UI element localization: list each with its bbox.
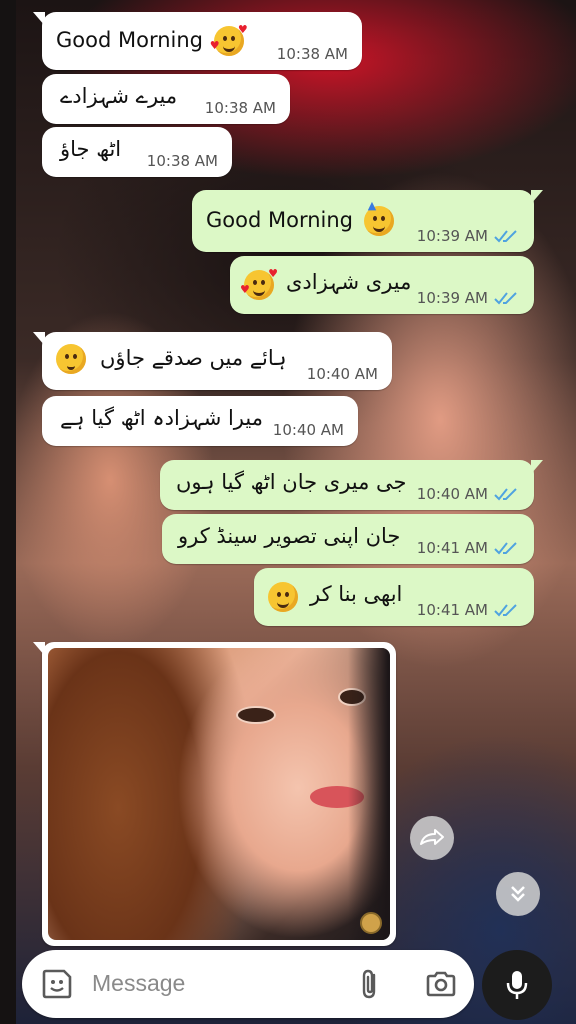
message-bubble-incoming[interactable]: Good Morning ♥ ♥ 10:38 AM: [33, 12, 362, 70]
message-bubble-incoming[interactable]: میرا شہزادہ اٹھ گیا ہے 10:40 AM: [42, 396, 358, 446]
double-check-icon: [494, 604, 517, 617]
wallpaper-edge: [0, 0, 16, 1024]
message-bubble-outgoing[interactable]: ابھی بنا کر 10:41 AM: [254, 568, 534, 626]
camera-icon[interactable]: [424, 967, 458, 1001]
message-input[interactable]: Message: [92, 970, 185, 997]
double-chevron-down-icon: [511, 886, 525, 902]
message-text: جی میری جان اٹھ گیا ہوں: [176, 470, 407, 494]
microphone-icon: [506, 971, 528, 999]
message-text: اٹھ جاؤ: [60, 137, 122, 161]
image-message-incoming[interactable]: [33, 642, 396, 946]
shared-photo[interactable]: [48, 648, 390, 940]
message-bubble-incoming[interactable]: اٹھ جاؤ 10:38 AM: [42, 127, 232, 177]
message-bubble-outgoing[interactable]: ♥ ♥ میری شہزادی 10:39 AM: [230, 256, 534, 314]
paperclip-icon[interactable]: [354, 967, 388, 1001]
message-text: ابھی بنا کر: [310, 582, 403, 606]
message-time: 10:38 AM: [276, 45, 348, 63]
sticker-icon[interactable]: [40, 967, 74, 1001]
message-time: 10:38 AM: [204, 99, 276, 117]
photo-detail: [348, 648, 390, 940]
partying-face-emoji-icon: ▲: [363, 200, 394, 236]
message-text: جان اپنی تصویر سینڈ کرو: [178, 524, 401, 548]
smiling-face-with-hearts-emoji-icon: ♥ ♥: [240, 268, 278, 300]
message-time: 10:39 AM: [416, 227, 488, 245]
forward-icon: [420, 829, 444, 845]
photo-detail: [236, 706, 276, 724]
message-bubble-outgoing[interactable]: جی میری جان اٹھ گیا ہوں 10:40 AM: [160, 460, 543, 510]
message-text: Good Morning: [206, 208, 353, 232]
photo-detail: [360, 912, 382, 934]
double-check-icon: [494, 230, 517, 243]
message-time: 10:40 AM: [272, 421, 344, 439]
message-composer[interactable]: Message: [22, 950, 474, 1018]
message-text: میرے شہزادے: [60, 84, 178, 108]
message-text: میری شہزادی: [286, 270, 412, 294]
message-bubble-outgoing[interactable]: Good Morning ▲ 10:39 AM: [192, 190, 543, 252]
double-check-icon: [494, 488, 517, 501]
forward-button[interactable]: [410, 816, 454, 860]
message-text: Good Morning: [56, 28, 203, 52]
message-bubble-incoming[interactable]: ہائے میں صدقے جاؤں 10:40 AM: [33, 332, 392, 390]
message-bubble-outgoing[interactable]: جان اپنی تصویر سینڈ کرو 10:41 AM: [162, 514, 534, 564]
voice-message-button[interactable]: [482, 950, 552, 1020]
message-text: میرا شہزادہ اٹھ گیا ہے: [60, 406, 263, 430]
message-time: 10:41 AM: [416, 601, 488, 619]
message-time: 10:38 AM: [146, 152, 218, 170]
hugging-face-emoji-icon: [268, 582, 298, 612]
message-time: 10:41 AM: [416, 539, 488, 557]
smiling-face-with-hearts-emoji-icon: ♥ ♥: [210, 24, 248, 56]
message-text: ہائے میں صدقے جاؤں: [100, 346, 287, 370]
scroll-to-bottom-button[interactable]: [496, 872, 540, 916]
double-check-icon: [494, 542, 517, 555]
message-time: 10:40 AM: [306, 365, 378, 383]
message-time: 10:39 AM: [416, 289, 488, 307]
shy-monocle-face-emoji-icon: [56, 344, 86, 374]
message-time: 10:40 AM: [416, 485, 488, 503]
double-check-icon: [494, 292, 517, 305]
message-bubble-incoming[interactable]: میرے شہزادے 10:38 AM: [42, 74, 290, 124]
